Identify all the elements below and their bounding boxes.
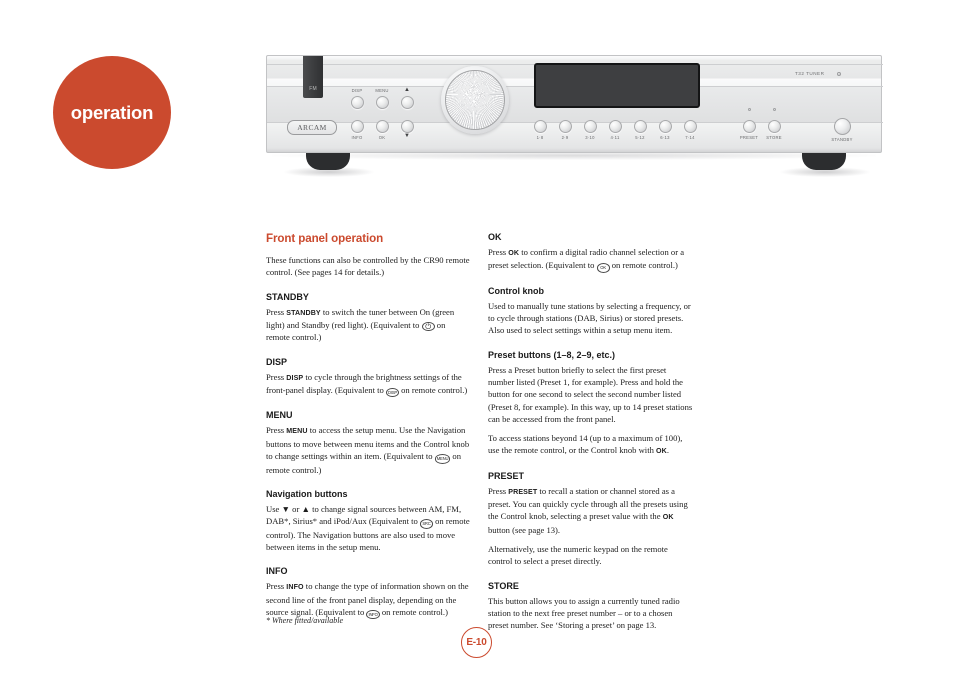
body-paragraph: Press INFO to change the type of informa… <box>266 580 471 620</box>
remote-key-icon: MENU <box>434 454 451 464</box>
page-title: Front panel operation <box>266 232 384 245</box>
source-tab-fm: FM <box>303 56 323 98</box>
preset-label-5: 5·12 <box>635 135 645 140</box>
remote-key-icon: OK <box>596 263 610 273</box>
preset-button-1 <box>534 120 547 133</box>
panel-label-store: STORE <box>766 135 782 140</box>
remote-key-icon: SRC <box>419 519 433 529</box>
control-knob-face <box>445 70 505 130</box>
right-column-sections: OK Press OK to confirm a digital radio ch… <box>488 232 693 631</box>
body-paragraph: Press PRESET to recall a station or chan… <box>488 485 688 535</box>
section-bubble: operation <box>53 56 171 169</box>
inline-keyword: OK <box>656 447 667 456</box>
down-arrow-icon: ▼ <box>404 133 410 139</box>
tuner-chassis: FM ARCAM DISP MENU ▲ INFO OK ▼ T32 TUNER… <box>266 55 883 153</box>
column-left: Front panel operation These functions ca… <box>266 232 471 626</box>
source-tab-label: FM <box>309 86 317 92</box>
section-heading: OK <box>488 232 502 242</box>
panel-label-disp: DISP <box>351 88 363 93</box>
panel-button-menu <box>376 96 389 109</box>
remote-key-icon: INFO <box>366 609 380 620</box>
panel-button-standby <box>834 118 851 135</box>
body-paragraph: Press OK to confirm a digital radio chan… <box>488 246 693 273</box>
panel-label-preset: PRESET <box>739 135 759 140</box>
section-heading: Navigation buttons <box>266 488 348 499</box>
chassis-foot-left <box>306 152 350 170</box>
control-knob <box>441 66 509 134</box>
section-heading: INFO <box>266 566 288 577</box>
body-paragraph: To access stations beyond 14 (up to a ma… <box>488 433 683 456</box>
intro-paragraph: These functions can also be controlled b… <box>266 255 470 278</box>
manual-page: operation FM ARCAM DISP MENU ▲ INFO OK ▼… <box>0 0 954 675</box>
body-paragraph: Press a Preset button briefly to select … <box>488 364 693 424</box>
panel-label-standby: STANDBY <box>831 137 853 142</box>
body-paragraph: This button allows you to assign a curre… <box>488 595 680 631</box>
remote-key-icon: ⏻ <box>421 321 435 332</box>
inline-keyword: OK <box>508 249 520 257</box>
section-heading: PRESET <box>488 470 525 481</box>
preset-button-7 <box>684 120 697 133</box>
front-panel-display <box>534 63 700 108</box>
panel-button-preset <box>743 120 756 133</box>
inline-keyword: PRESET <box>508 487 538 496</box>
preset-button-2 <box>559 120 572 133</box>
panel-button-up <box>401 96 414 109</box>
section-heading: DISP <box>266 356 288 367</box>
arcam-logo-text: ARCAM <box>297 123 327 132</box>
panel-button-down <box>401 120 414 133</box>
body-paragraph: Press MENU to access the setup menu. Use… <box>266 425 470 475</box>
body-paragraph: Use ▼ or ▲ to change signal sources betw… <box>266 503 470 552</box>
preset-button-3 <box>584 120 597 133</box>
preset-button-6 <box>659 120 672 133</box>
preset-button-5 <box>634 120 647 133</box>
panel-label-info: INFO <box>351 135 363 140</box>
panel-button-store <box>768 120 781 133</box>
inline-keyword: OK <box>662 513 674 522</box>
body-paragraph: Alternatively, use the numeric keypad on… <box>488 543 668 567</box>
preset-label-2: 2·9 <box>561 135 569 140</box>
inline-keyword: MENU <box>286 427 308 436</box>
left-column-sections: STANDBY Press STANDBY to switch the tuner… <box>266 292 471 620</box>
panel-label-ok: OK <box>378 135 386 140</box>
product-photo-tuner-front-panel: FM ARCAM DISP MENU ▲ INFO OK ▼ T32 TUNER… <box>266 55 883 177</box>
inline-keyword: INFO <box>286 583 304 592</box>
page-number-badge: E-10 <box>461 627 492 658</box>
panel-label-menu: MENU <box>375 88 389 93</box>
chassis-foot-right <box>802 152 846 170</box>
arcam-logo: ARCAM <box>287 120 337 135</box>
preset-button-4 <box>609 120 622 133</box>
store-led-icon <box>773 108 777 112</box>
body-paragraph: Used to manually tune stations by select… <box>488 300 691 336</box>
section-heading: Preset buttons (1–8, 2–9, etc.) <box>488 349 616 360</box>
section-heading: STORE <box>488 580 519 591</box>
body-paragraph: Press DISP to cycle through the brightne… <box>266 371 471 398</box>
preset-led-icon <box>748 108 752 112</box>
section-heading: MENU <box>266 410 293 421</box>
panel-button-ok <box>376 120 389 133</box>
inline-keyword: STANDBY <box>286 308 321 317</box>
model-label: T32 TUNER <box>795 71 825 76</box>
preset-label-7: 7·14 <box>685 135 695 140</box>
preset-label-1: 1·8 <box>536 135 544 140</box>
power-led-icon <box>837 72 841 76</box>
panel-button-info <box>351 120 364 133</box>
up-arrow-icon: ▲ <box>404 87 410 93</box>
panel-button-disp <box>351 96 364 109</box>
inline-keyword: DISP <box>286 373 304 382</box>
section-title: operation <box>70 101 154 123</box>
column-right: OK Press OK to confirm a digital radio ch… <box>488 232 693 638</box>
body-paragraph: Press STANDBY to switch the tuner betwee… <box>266 306 455 343</box>
remote-key-icon: DISP <box>385 387 399 398</box>
page-number: E-10 <box>466 637 487 648</box>
preset-label-3: 3·10 <box>585 135 595 140</box>
preset-label-6: 6·13 <box>660 135 670 140</box>
section-heading: STANDBY <box>266 291 309 302</box>
footnote: * Where fitted/available <box>266 616 344 625</box>
section-heading: Control knob <box>488 285 544 296</box>
preset-label-4: 4·11 <box>610 135 620 140</box>
